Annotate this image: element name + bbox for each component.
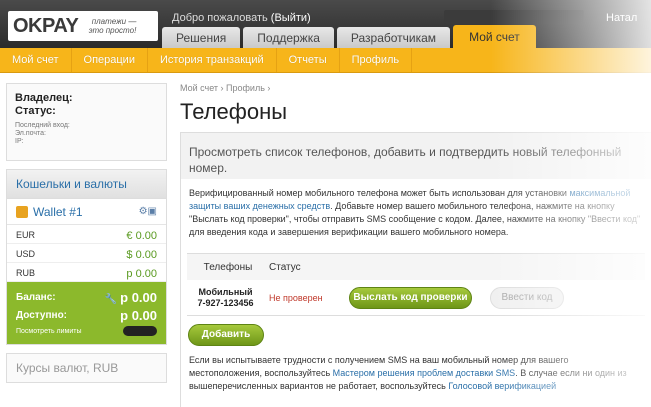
main-content: Мой счет › Профиль › Телефоны (180, 83, 651, 125)
currency-code: EUR (16, 230, 36, 240)
wallet-name[interactable]: Wallet #1 (33, 205, 83, 219)
send-code-button[interactable]: Выслать код проверки (349, 286, 472, 309)
description: Верифицированный номер мобильного телефо… (181, 179, 651, 247)
welcome-label: Добро пожаловать (172, 12, 268, 24)
subnav-operations[interactable]: Операции (72, 48, 148, 72)
currency-code: USD (16, 249, 36, 259)
balance-panel: Баланс: 🔧 р 0.00 Доступно: р 0.00 Посмотре… (7, 282, 166, 344)
status-label: Статус: (15, 105, 56, 117)
wallets-title: Кошельки и валюты (7, 170, 166, 199)
breadcrumb[interactable]: Мой счет › Профиль › (180, 83, 651, 93)
last-login-label: Последний вход: (15, 122, 70, 129)
balance-label: Баланс: (16, 291, 56, 303)
phones-panel: Просмотреть список телефонов, добавить и… (180, 132, 651, 407)
balance-value: р 0.00 (120, 289, 157, 305)
view-limits-link[interactable]: Посмотреть лимиты (16, 328, 82, 335)
phones-table: Телефоны Статус Мобильный 7-927-123456 Не… (187, 253, 645, 316)
phone-number: 7-927-123456 (197, 297, 254, 308)
currency-row: RUB р 0.00 (7, 263, 166, 282)
tab-solutions[interactable]: Решения (162, 27, 241, 48)
sidebar: Владелец: Статус: Последний вход: Эл.поч… (6, 83, 167, 383)
phone-cell: Мобильный 7-927-123456 (187, 287, 264, 309)
col-phones: Телефоны (203, 261, 253, 273)
tab-support[interactable]: Поддержка (243, 27, 334, 48)
wallet-row[interactable]: Wallet #1 ⚙▣ (7, 199, 166, 225)
owner-label: Владелец: (15, 92, 73, 104)
user-name[interactable]: Натал (606, 12, 637, 24)
sms-wizard-link[interactable]: Мастером решения проблем доставки SMS (333, 368, 516, 378)
currency-row: EUR € 0.00 (7, 225, 166, 244)
account-info: Владелец: Статус: Последний вход: Эл.поч… (6, 83, 167, 161)
currency-code: RUB (16, 268, 36, 278)
wrench-icon[interactable]: 🔧 (105, 294, 117, 305)
available-label: Доступно: (16, 309, 68, 321)
welcome-text: Добро пожаловать (Выйти) (172, 12, 311, 24)
phone-type: Мобильный (198, 286, 253, 297)
subnav-profile[interactable]: Профиль (340, 48, 413, 72)
wallet-settings-icon[interactable]: ⚙▣ (139, 206, 157, 217)
logo-tagline: платежи — это просто! (88, 17, 137, 35)
table-row: Мобильный 7-927-123456 Не проверен Выслат… (187, 280, 645, 316)
help-text: Если вы испытываете трудности с получени… (181, 346, 651, 401)
email-label: Эл.почта: (15, 130, 46, 137)
subnav-my-account[interactable]: Мой счет (0, 48, 72, 72)
logo[interactable]: OKPAY платежи — это просто! (8, 11, 158, 41)
wallet-icon (16, 205, 28, 218)
currency-row: USD $ 0.00 (7, 244, 166, 263)
search-input[interactable] (444, 10, 584, 24)
subnav-reports[interactable]: Отчеты (277, 48, 340, 72)
ip-label: IP: (15, 138, 24, 145)
available-value: р 0.00 (120, 307, 157, 323)
tab-my-account[interactable]: Мой счет (453, 25, 536, 48)
subnav-history[interactable]: История транзакций (148, 48, 277, 72)
voice-verification-link[interactable]: Голосовой верификацией (448, 381, 556, 391)
main-tabs: Решения Поддержка Разработчикам Мой счет (162, 25, 539, 48)
wallets-box: Кошельки и валюты Wallet #1 ⚙▣ EUR € 0.00… (6, 169, 167, 345)
currency-amount: € 0.00 (126, 230, 157, 242)
enter-code-button[interactable]: Ввести код (490, 286, 564, 309)
currency-amount: $ 0.00 (126, 249, 157, 261)
logout-link[interactable]: (Выйти) (271, 12, 311, 24)
table-header: Телефоны Статус (187, 254, 645, 280)
status-badge: Не проверен (269, 292, 323, 303)
rates-title: Курсы валют, RUB (16, 361, 119, 375)
glasses-icon (123, 326, 157, 336)
tab-developers[interactable]: Разработчикам (336, 27, 451, 48)
logo-text: OKPAY (13, 14, 79, 37)
add-button[interactable]: Добавить (188, 324, 264, 346)
currency-amount: р 0.00 (126, 268, 157, 280)
page-title: Телефоны (180, 99, 288, 124)
col-status: Статус (269, 261, 301, 273)
intro-text: Просмотреть список телефонов, добавить и… (181, 133, 651, 179)
sub-navigation: Мой счет Операции История транзакций Отч… (0, 48, 651, 73)
description-text-1: Верифицированный номер мобильного телефо… (189, 188, 570, 198)
rates-box: Курсы валют, RUB (6, 353, 167, 383)
